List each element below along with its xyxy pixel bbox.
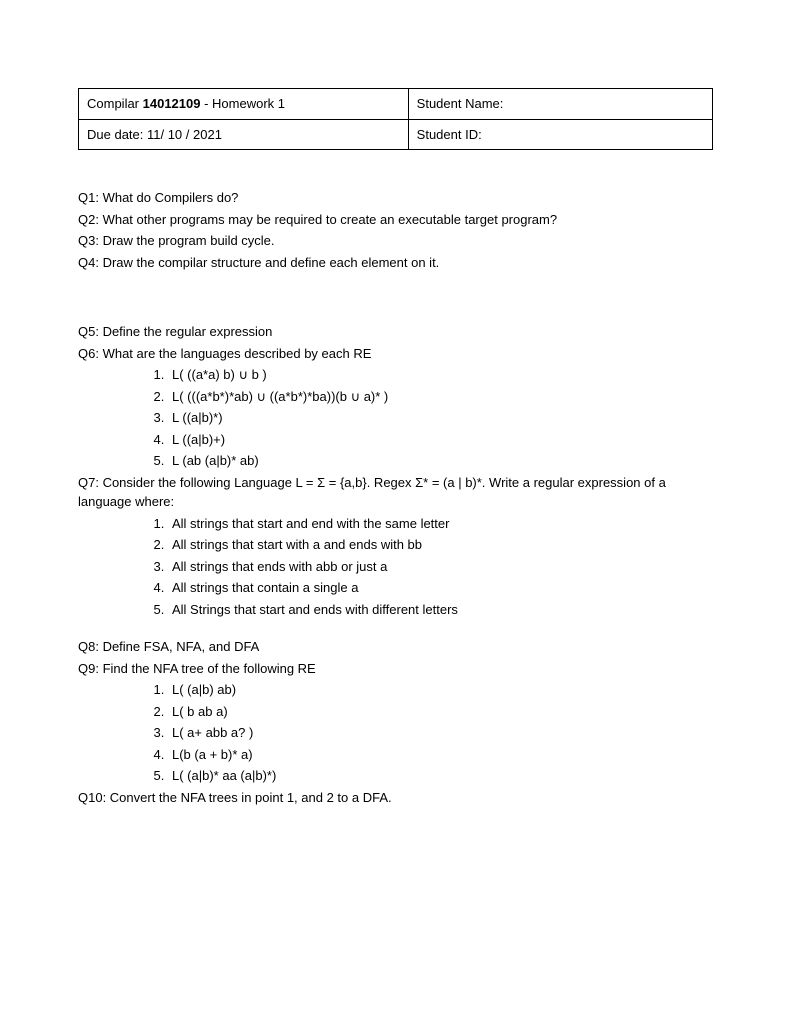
q9-item-3: L( a+ abb a? ) [168, 723, 713, 743]
question-1: Q1: What do Compilers do? [78, 188, 713, 208]
question-9: Q9: Find the NFA tree of the following R… [78, 659, 713, 679]
q9-item-2: L( b ab a) [168, 702, 713, 722]
question-7: Q7: Consider the following Language L = … [78, 473, 713, 512]
q6-item-5: L (ab (a|b)* ab) [168, 451, 713, 471]
due-date-cell: Due date: 11/ 10 / 2021 [79, 119, 409, 150]
question-2: Q2: What other programs may be required … [78, 210, 713, 230]
question-6: Q6: What are the languages described by … [78, 344, 713, 364]
q6-item-1: L( ((a*a) b) ∪ b ) [168, 365, 713, 385]
header-row-2: Due date: 11/ 10 / 2021 Student ID: [79, 119, 713, 150]
question-4: Q4: Draw the compilar structure and defi… [78, 253, 713, 273]
q6-item-3: L ((a|b)*) [168, 408, 713, 428]
question-8: Q8: Define FSA, NFA, and DFA [78, 637, 713, 657]
q7-list: All strings that start and end with the … [168, 514, 713, 620]
q6-item-2: L( (((a*b*)*ab) ∪ ((a*b*)*ba))(b ∪ a)* ) [168, 387, 713, 407]
q9-item-4: L(b (a + b)* a) [168, 745, 713, 765]
question-3: Q3: Draw the program build cycle. [78, 231, 713, 251]
question-10: Q10: Convert the NFA trees in point 1, a… [78, 788, 713, 808]
q9-list: L( (a|b) ab) L( b ab a) L( a+ abb a? ) L… [168, 680, 713, 786]
q7-item-5: All Strings that start and ends with dif… [168, 600, 713, 620]
header-row-1: Compilar 14012109 - Homework 1 Student N… [79, 89, 713, 120]
q9-item-1: L( (a|b) ab) [168, 680, 713, 700]
q6-item-4: L ((a|b)+) [168, 430, 713, 450]
header-table: Compilar 14012109 - Homework 1 Student N… [78, 88, 713, 150]
q7-item-3: All strings that ends with abb or just a [168, 557, 713, 577]
course-suffix: - Homework 1 [200, 96, 285, 111]
course-code: 14012109 [143, 96, 201, 111]
q6-list: L( ((a*a) b) ∪ b ) L( (((a*b*)*ab) ∪ ((a… [168, 365, 713, 471]
q7-item-1: All strings that start and end with the … [168, 514, 713, 534]
q9-item-5: L( (a|b)* aa (a|b)*) [168, 766, 713, 786]
course-cell: Compilar 14012109 - Homework 1 [79, 89, 409, 120]
q7-item-4: All strings that contain a single a [168, 578, 713, 598]
q7-item-2: All strings that start with a and ends w… [168, 535, 713, 555]
question-5: Q5: Define the regular expression [78, 322, 713, 342]
student-name-cell: Student Name: [408, 89, 712, 120]
course-prefix: Compilar [87, 96, 143, 111]
student-id-cell: Student ID: [408, 119, 712, 150]
